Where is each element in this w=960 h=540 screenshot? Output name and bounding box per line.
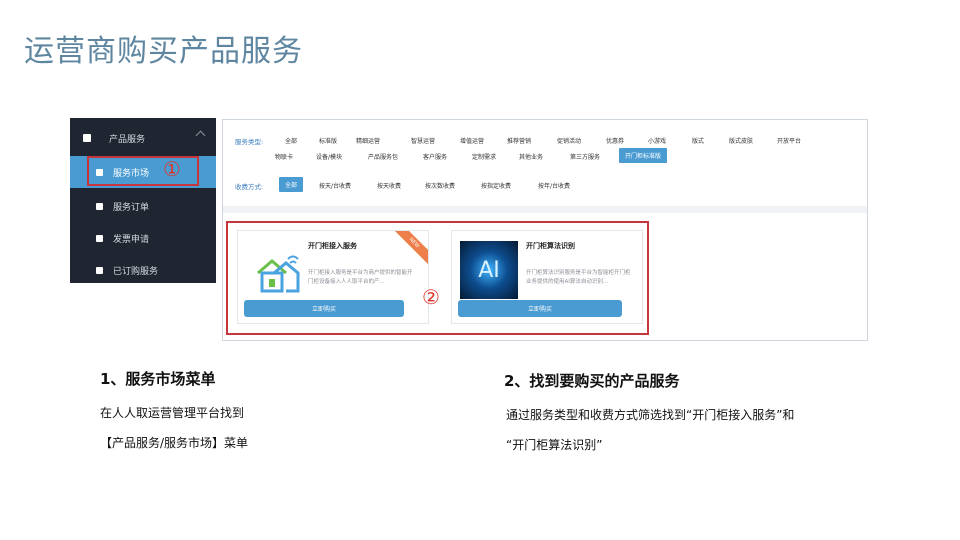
filter-type-option[interactable]: 开放平台 (777, 136, 801, 145)
sidebar-item-service-orders[interactable]: 服务订单 (70, 190, 216, 222)
filter-type-option[interactable]: 定制需求 (472, 152, 496, 161)
filter-type-option[interactable]: 标准版 (319, 136, 337, 145)
filter-type-option[interactable]: 精细运营 (356, 136, 380, 145)
step2-title: 2、找到要购买的产品服务 (504, 372, 680, 390)
filter-charge-option[interactable]: 按次数收费 (425, 181, 455, 190)
filter-charge-option[interactable]: 按年/台收费 (538, 181, 570, 190)
filter-type-option[interactable]: 客户服务 (423, 152, 447, 161)
step2-line1: 通过服务类型和收费方式筛选找到“开门柜接入服务”和 (506, 408, 795, 422)
highlight-box-step2 (226, 221, 649, 335)
filter-type-option[interactable]: 第三方服务 (570, 152, 600, 161)
filter-charge-option-selected[interactable]: 全部 (279, 177, 304, 192)
step1-line1: 在人人取运营管理平台找到 (100, 406, 245, 420)
filter-type-option[interactable]: 产品服务包 (368, 152, 398, 161)
step1-title: 1、服务市场菜单 (100, 370, 216, 388)
filter-type-label: 服务类型: (235, 138, 264, 146)
chevron-up-icon (195, 130, 206, 141)
filter-charge-option[interactable]: 按天收费 (377, 181, 401, 190)
step2-line2: “开门柜算法识别” (506, 438, 603, 452)
filter-type-option[interactable]: 智慧运营 (411, 136, 435, 145)
filter-type-option[interactable]: 促销活动 (557, 136, 581, 145)
slide-title: 运营商购买产品服务 (24, 34, 303, 69)
step-marker-2: ② (422, 285, 440, 309)
sidebar-item-label: 服务订单 (113, 202, 150, 213)
sidebar-item-invoice-request[interactable]: 发票申请 (70, 222, 216, 254)
menu-square-icon (96, 234, 103, 242)
filter-charge-label: 收费方式: (235, 183, 264, 191)
filter-type-option[interactable]: 版式 (692, 136, 704, 145)
filter-type-option[interactable]: 物联卡 (275, 152, 293, 161)
filter-type-option[interactable]: 其他业务 (519, 152, 543, 161)
sidebar-parent-product-services[interactable]: 产品服务 (70, 122, 216, 154)
filter-type-option[interactable]: 版式皮肤 (729, 136, 753, 145)
highlight-box-step1 (87, 156, 199, 186)
filter-charge-option[interactable]: 按天/台收费 (319, 181, 351, 190)
filter-type-option-selected[interactable]: 开门柜标准版 (619, 148, 668, 163)
panel-divider (223, 206, 867, 213)
menu-square-icon (83, 134, 91, 142)
sidebar-item-label: 已订购服务 (113, 266, 159, 277)
filter-type-option[interactable]: 增值运营 (460, 136, 484, 145)
filter-type-option[interactable]: 小游戏 (648, 136, 666, 145)
filter-type-option[interactable]: 优惠券 (606, 136, 624, 145)
sidebar-item-label: 发票申请 (113, 234, 150, 245)
menu-square-icon (96, 202, 103, 210)
sidebar-parent-label: 产品服务 (109, 134, 146, 145)
sidebar-menu: 产品服务 服务市场 服务订单 发票申请 已订购服务 (70, 118, 216, 283)
sidebar-item-subscribed-services[interactable]: 已订购服务 (70, 254, 216, 283)
filter-charge-option[interactable]: 按指定收费 (481, 181, 511, 190)
filter-type-option[interactable]: 全部 (285, 136, 297, 145)
step-marker-1: ① (163, 157, 181, 181)
step1-line2: 【产品服务/服务市场】菜单 (100, 436, 249, 450)
filter-type-option[interactable]: 推荐营销 (507, 136, 531, 145)
filter-type-option[interactable]: 设备/模块 (316, 152, 342, 161)
menu-square-icon (96, 266, 103, 274)
